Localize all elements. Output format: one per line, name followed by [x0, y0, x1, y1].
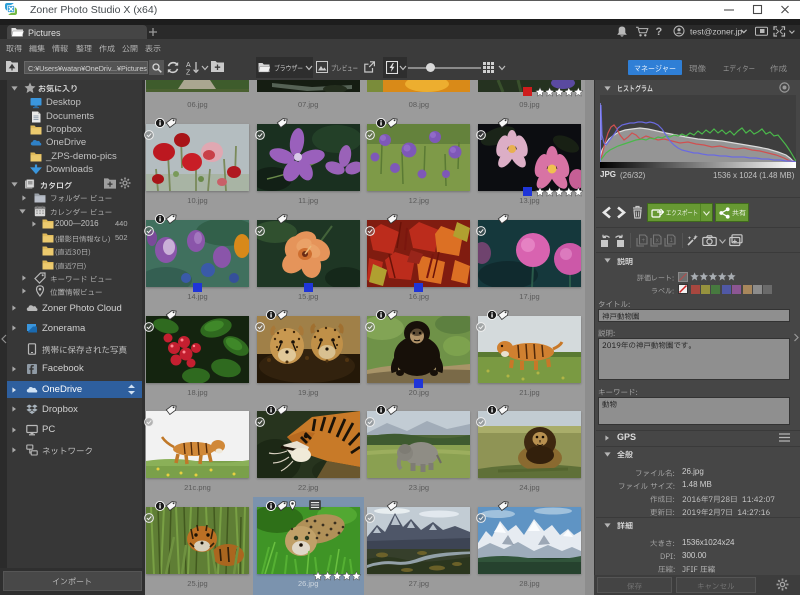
svg-text:+: +: [641, 238, 645, 244]
svg-text:A: A: [186, 62, 191, 69]
svg-text:1: 1: [670, 238, 674, 244]
svg-text:x: x: [656, 238, 659, 244]
svg-text:?: ?: [656, 26, 663, 38]
svg-text:test@zoner.jp: test@zoner.jp: [690, 27, 742, 37]
svg-text:Z: Z: [186, 70, 191, 76]
